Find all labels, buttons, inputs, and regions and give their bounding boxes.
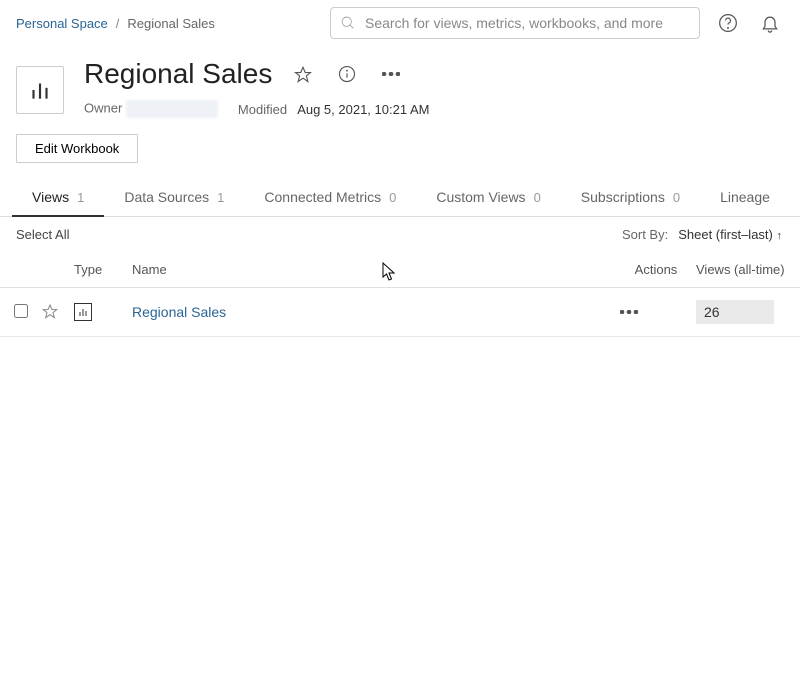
sort-select[interactable]: Sheet (first–last) ↑ (678, 227, 784, 242)
tab-connected-metrics[interactable]: Connected Metrics 0 (244, 179, 416, 216)
tab-label: Custom Views (436, 189, 525, 205)
owner-value (126, 100, 218, 118)
owner-field: Owner (84, 100, 218, 118)
search-wrap (330, 7, 700, 39)
tab-count: 0 (534, 190, 541, 205)
top-icons (714, 9, 784, 37)
col-name[interactable]: Name (132, 262, 616, 277)
help-icon (718, 13, 738, 33)
sort-value: Sheet (first–last) (678, 227, 773, 242)
more-horizontal-icon (620, 310, 638, 314)
list-toolbar: Select All Sort By: Sheet (first–last) ↑ (0, 217, 800, 252)
col-star (42, 262, 74, 277)
row-name-link[interactable]: Regional Sales (132, 304, 226, 320)
sort-by: Sort By: Sheet (first–last) ↑ (622, 227, 784, 242)
notifications-button[interactable] (756, 9, 784, 37)
modified-label: Modified (238, 102, 287, 117)
col-views[interactable]: Views (all-time) (696, 262, 786, 277)
view-type-icon (74, 303, 92, 321)
breadcrumb: Personal Space / Regional Sales (16, 16, 215, 31)
bar-chart-icon (77, 306, 89, 318)
title-row: Regional Sales (84, 58, 784, 90)
bar-chart-icon (27, 77, 53, 103)
info-button[interactable] (334, 61, 360, 87)
tab-label: Data Sources (124, 189, 209, 205)
breadcrumb-parent[interactable]: Personal Space (16, 16, 108, 31)
modified-value: Aug 5, 2021, 10:21 AM (297, 102, 429, 117)
workbook-header: Regional Sales Owner Modified Aug 5, 202… (0, 46, 800, 118)
tabs: Views 1 Data Sources 1 Connected Metrics… (0, 179, 800, 217)
tab-label: Subscriptions (581, 189, 665, 205)
row-check (14, 304, 42, 321)
col-check (14, 262, 42, 277)
meta-row: Owner Modified Aug 5, 2021, 10:21 AM (84, 100, 784, 118)
row-name-cell: Regional Sales (132, 304, 616, 320)
tab-views[interactable]: Views 1 (12, 179, 104, 217)
select-all-button[interactable]: Select All (16, 227, 69, 242)
topbar: Personal Space / Regional Sales (0, 0, 800, 46)
sort-by-label: Sort By: (622, 227, 668, 242)
more-actions-button[interactable] (378, 68, 404, 80)
row-views: 26 (696, 300, 786, 324)
row-actions (616, 306, 696, 318)
star-icon (42, 303, 58, 319)
action-row: Edit Workbook (0, 118, 800, 179)
tab-label: Connected Metrics (264, 189, 381, 205)
tab-data-sources[interactable]: Data Sources 1 (104, 179, 244, 216)
tab-subscriptions[interactable]: Subscriptions 0 (561, 179, 700, 216)
breadcrumb-separator: / (116, 16, 120, 31)
tab-label: Views (32, 189, 69, 205)
title-block: Regional Sales Owner Modified Aug 5, 202… (84, 58, 784, 118)
modified-field: Modified Aug 5, 2021, 10:21 AM (238, 102, 430, 117)
star-icon (294, 65, 312, 83)
sort-direction-icon: ↑ (777, 230, 783, 242)
tab-label: Lineage (720, 189, 770, 205)
row-checkbox[interactable] (14, 304, 28, 318)
bell-icon (760, 13, 780, 33)
tab-count: 1 (217, 190, 224, 205)
row-actions-button[interactable] (616, 306, 642, 318)
tab-count: 0 (389, 190, 396, 205)
owner-label: Owner (84, 100, 122, 115)
col-type[interactable]: Type (74, 262, 132, 277)
favorite-button[interactable] (290, 61, 316, 87)
info-icon (338, 65, 356, 83)
row-star[interactable] (42, 303, 74, 322)
search-icon (340, 15, 356, 31)
help-button[interactable] (714, 9, 742, 37)
views-table: Type Name Actions Views (all-time) Regio… (0, 252, 800, 337)
tab-lineage[interactable]: Lineage (700, 179, 790, 216)
breadcrumb-current: Regional Sales (127, 16, 214, 31)
table-row: Regional Sales 26 (0, 288, 800, 337)
more-horizontal-icon (382, 72, 400, 76)
table-header: Type Name Actions Views (all-time) (0, 252, 800, 288)
page-title: Regional Sales (84, 58, 272, 90)
tab-custom-views[interactable]: Custom Views 0 (416, 179, 560, 216)
row-type (74, 303, 132, 321)
tab-count: 1 (77, 190, 84, 205)
search-input[interactable] (330, 7, 700, 39)
tab-count: 0 (673, 190, 680, 205)
col-actions: Actions (616, 262, 696, 277)
edit-workbook-button[interactable]: Edit Workbook (16, 134, 138, 163)
view-count: 26 (696, 300, 774, 324)
workbook-icon (16, 66, 64, 114)
